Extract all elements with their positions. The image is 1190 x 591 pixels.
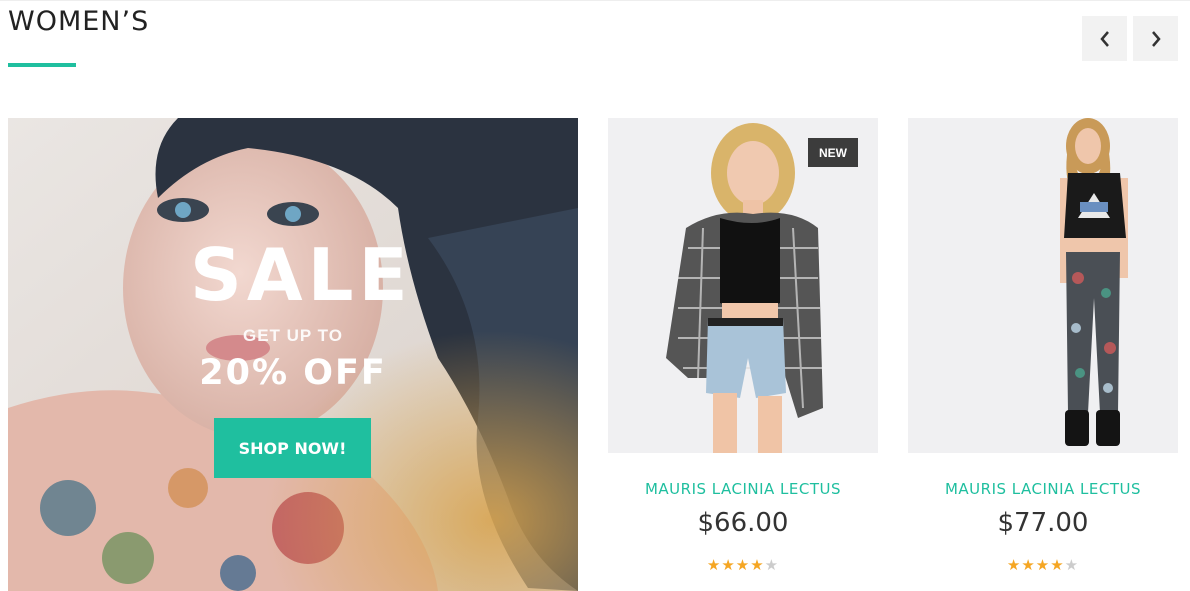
new-badge: NEW <box>808 138 858 167</box>
sale-banner[interactable]: SALE GET UP TO 20% OFF SHOP NOW! <box>8 118 578 591</box>
chevron-right-icon <box>1151 30 1161 47</box>
product-rating: ★★★★★ <box>908 556 1178 574</box>
product-name[interactable]: MAURIS LACINIA LECTUS <box>908 480 1178 498</box>
star-empty-icon: ★ <box>764 557 780 574</box>
top-divider <box>0 0 1190 1</box>
star-filled-icon: ★ <box>750 557 765 574</box>
star-filled-icon: ★ <box>1035 557 1051 574</box>
star-filled-icon: ★ <box>721 557 736 574</box>
product-name[interactable]: MAURIS LACINIA LECTUS <box>608 480 878 498</box>
carousel-prev-button[interactable] <box>1082 16 1127 61</box>
star-filled-icon: ★ <box>706 557 722 574</box>
banner-subline: GET UP TO <box>242 326 343 345</box>
banner-discount: 20% OFF <box>199 353 387 393</box>
product-photo <box>608 118 878 453</box>
product-price: $66.00 <box>697 508 789 538</box>
product-image[interactable]: NEW <box>608 118 878 453</box>
star-filled-icon: ★ <box>735 557 751 574</box>
banner-headline: SALE <box>190 233 413 317</box>
star-filled-icon: ★ <box>1006 557 1022 574</box>
product-rating: ★★★★★ <box>608 556 878 574</box>
section-title: WOMEN’S <box>8 6 150 37</box>
star-empty-icon: ★ <box>1064 557 1080 574</box>
product-image[interactable] <box>908 118 1178 453</box>
product-card[interactable]: NEW MAURIS LACINIA LECTUS $66.00 ★★★★★ <box>608 118 878 591</box>
product-price: $77.00 <box>997 508 1089 538</box>
product-photo <box>908 118 1178 453</box>
star-filled-icon: ★ <box>1021 557 1036 574</box>
shop-now-button[interactable]: SHOP NOW! <box>214 418 371 478</box>
carousel-next-button[interactable] <box>1133 16 1178 61</box>
chevron-left-icon <box>1099 30 1109 47</box>
title-underline <box>8 63 76 67</box>
product-card[interactable]: MAURIS LACINIA LECTUS $77.00 ★★★★★ <box>908 118 1178 591</box>
star-filled-icon: ★ <box>1050 557 1065 574</box>
